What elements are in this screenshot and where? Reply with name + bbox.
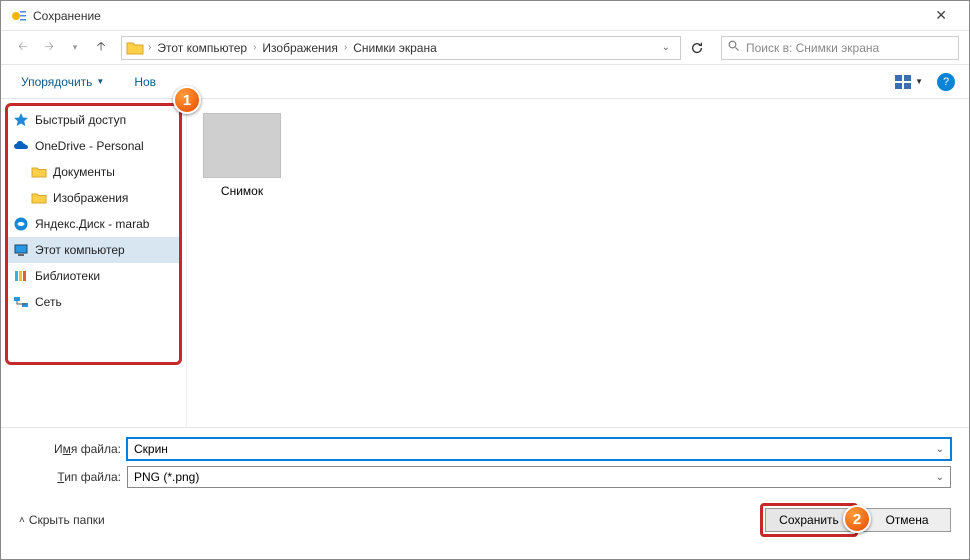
toolbar: Упорядочить▼ Нов ▼ ? xyxy=(1,65,969,99)
sidebar-item-libraries[interactable]: Библиотеки xyxy=(5,263,182,289)
pc-icon xyxy=(13,242,29,258)
file-name: Снимок xyxy=(201,184,283,198)
recent-dropdown[interactable]: ▾ xyxy=(63,36,87,60)
sidebar-item-yandex-disk[interactable]: Яндекс.Диск - marab xyxy=(5,211,182,237)
search-placeholder: Поиск в: Снимки экрана xyxy=(746,41,879,55)
new-folder-button[interactable]: Нов xyxy=(128,71,162,93)
sidebar-item-network[interactable]: Сеть xyxy=(5,289,182,315)
sidebar-item-images[interactable]: Изображения xyxy=(5,185,182,211)
breadcrumb[interactable]: › Этот компьютер › Изображения › Снимки … xyxy=(121,36,681,60)
organize-button[interactable]: Упорядочить▼ xyxy=(15,71,110,93)
dialog-footer: ˄ Скрыть папки Сохранить Отмена xyxy=(1,500,969,546)
search-input[interactable]: Поиск в: Снимки экрана xyxy=(721,36,959,60)
title-bar: Сохранение ✕ xyxy=(1,1,969,31)
save-form: Имя файла: Скрин ⌄ Тип файла: PNG (*.png… xyxy=(1,427,969,500)
window-title: Сохранение xyxy=(33,9,101,23)
sidebar-item-this-pc[interactable]: Этот компьютер xyxy=(5,237,182,263)
file-list[interactable]: Снимок xyxy=(187,99,969,427)
star-icon xyxy=(13,112,29,128)
nav-bar: 🡠 🡢 ▾ 🡡 › Этот компьютер › Изображения ›… xyxy=(1,31,969,65)
file-item[interactable]: Снимок xyxy=(201,113,283,198)
folder-icon xyxy=(31,164,47,180)
close-button[interactable]: ✕ xyxy=(923,3,959,28)
forward-button[interactable]: 🡢 xyxy=(37,36,61,60)
refresh-button[interactable] xyxy=(685,36,709,60)
filetype-label: Тип файла: xyxy=(19,470,127,484)
folder-icon xyxy=(126,40,144,56)
sidebar-item-quick-access[interactable]: Быстрый доступ xyxy=(5,107,182,133)
filename-label: Имя файла: xyxy=(19,442,127,456)
main-area: Быстрый доступ OneDrive - Personal Докум… xyxy=(1,99,969,427)
onedrive-icon xyxy=(13,138,29,154)
app-icon xyxy=(11,8,27,24)
chevron-down-icon[interactable]: ⌄ xyxy=(936,444,944,455)
help-button[interactable]: ? xyxy=(937,73,955,91)
folder-icon xyxy=(31,190,47,206)
view-options-button[interactable]: ▼ xyxy=(895,75,923,89)
hide-folders-button[interactable]: ˄ Скрыть папки xyxy=(19,513,105,527)
back-button[interactable]: 🡠 xyxy=(11,36,35,60)
file-thumbnail xyxy=(203,113,281,178)
sidebar: Быстрый доступ OneDrive - Personal Докум… xyxy=(1,99,187,427)
up-button[interactable]: 🡡 xyxy=(89,36,113,60)
cancel-button[interactable]: Отмена xyxy=(863,508,951,532)
sidebar-item-onedrive[interactable]: OneDrive - Personal xyxy=(5,133,182,159)
annotation-marker-1: 1 xyxy=(173,86,201,114)
crumb-2[interactable]: Снимки экрана xyxy=(347,41,443,55)
network-icon xyxy=(13,294,29,310)
sidebar-item-documents[interactable]: Документы xyxy=(5,159,182,185)
breadcrumb-dropdown[interactable]: ⌄ xyxy=(656,42,676,53)
save-button[interactable]: Сохранить xyxy=(765,508,853,532)
filetype-select[interactable]: PNG (*.png) ⌄ xyxy=(127,466,951,488)
view-icon xyxy=(895,75,911,89)
crumb-1[interactable]: Изображения xyxy=(256,41,343,55)
libraries-icon xyxy=(13,268,29,284)
chevron-up-icon: ˄ xyxy=(19,515,25,526)
crumb-0[interactable]: Этот компьютер xyxy=(151,41,253,55)
yadisk-icon xyxy=(13,216,29,232)
filename-input[interactable]: Скрин ⌄ xyxy=(127,438,951,460)
annotation-marker-2: 2 xyxy=(843,505,871,533)
search-icon xyxy=(728,40,740,55)
chevron-down-icon[interactable]: ⌄ xyxy=(936,472,944,483)
